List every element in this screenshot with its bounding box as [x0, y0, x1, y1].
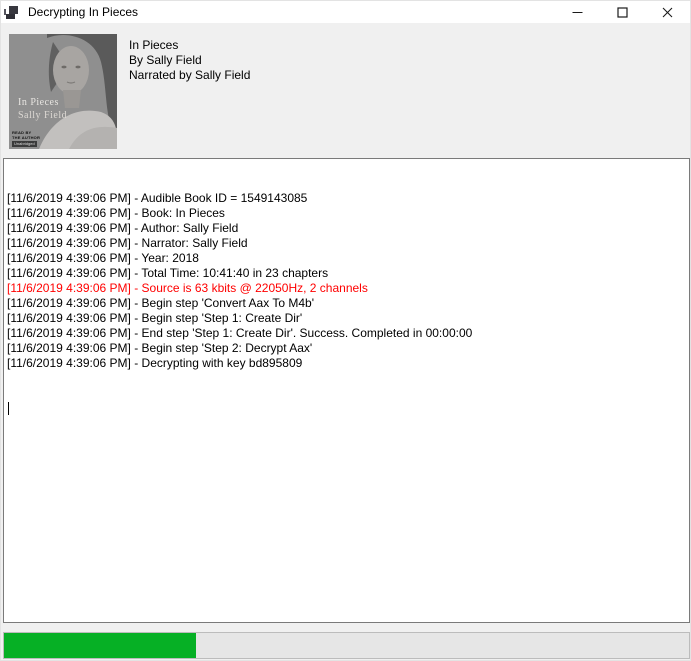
progress-fill — [4, 633, 196, 658]
cover-unabridged-badge: Unabridged — [12, 141, 37, 147]
book-narrator: Narrated by Sally Field — [129, 68, 250, 83]
progress-bar — [3, 632, 690, 659]
window-title: Decrypting In Pieces — [28, 5, 138, 19]
log-line: [11/6/2019 4:39:06 PM] - Decrypting with… — [7, 356, 686, 371]
app-window: Decrypting In Pieces — [0, 0, 691, 661]
log-line: [11/6/2019 4:39:06 PM] - Audible Book ID… — [7, 191, 686, 206]
log-line: [11/6/2019 4:39:06 PM] - Begin step 'Ste… — [7, 311, 686, 326]
log-entries: [11/6/2019 4:39:06 PM] - Audible Book ID… — [7, 191, 686, 371]
book-title: In Pieces — [129, 38, 250, 53]
book-info: In Pieces By Sally Field Narrated by Sal… — [129, 38, 250, 83]
log-line: [11/6/2019 4:39:06 PM] - Source is 63 kb… — [7, 281, 686, 296]
maximize-button[interactable] — [600, 1, 645, 23]
log-line: [11/6/2019 4:39:06 PM] - End step 'Step … — [7, 326, 686, 341]
minimize-button[interactable] — [555, 1, 600, 23]
cover-read-by-badge: READ BY THE AUTHOR — [12, 130, 40, 140]
caret-line — [7, 401, 686, 416]
minimize-icon — [572, 7, 583, 18]
log-textbox[interactable]: [11/6/2019 4:39:06 PM] - Audible Book ID… — [3, 158, 690, 623]
log-line: [11/6/2019 4:39:06 PM] - Total Time: 10:… — [7, 266, 686, 281]
text-caret — [8, 402, 9, 415]
close-button[interactable] — [645, 1, 690, 23]
close-icon — [662, 7, 673, 18]
book-cover-image: In Pieces Sally Field READ BY THE AUTHOR… — [9, 34, 117, 149]
cover-author-text: Sally Field — [18, 110, 67, 121]
log-line: [11/6/2019 4:39:06 PM] - Begin step 'Ste… — [7, 341, 686, 356]
log-line: [11/6/2019 4:39:06 PM] - Year: 2018 — [7, 251, 686, 266]
title-bar[interactable]: Decrypting In Pieces — [1, 1, 690, 23]
log-line: [11/6/2019 4:39:06 PM] - Book: In Pieces — [7, 206, 686, 221]
book-author: By Sally Field — [129, 53, 250, 68]
maximize-icon — [617, 7, 628, 18]
log-line: [11/6/2019 4:39:06 PM] - Author: Sally F… — [7, 221, 686, 236]
log-line: [11/6/2019 4:39:06 PM] - Begin step 'Con… — [7, 296, 686, 311]
log-line: [11/6/2019 4:39:06 PM] - Narrator: Sally… — [7, 236, 686, 251]
cover-title-text: In Pieces — [18, 96, 59, 109]
app-icon — [4, 5, 19, 19]
